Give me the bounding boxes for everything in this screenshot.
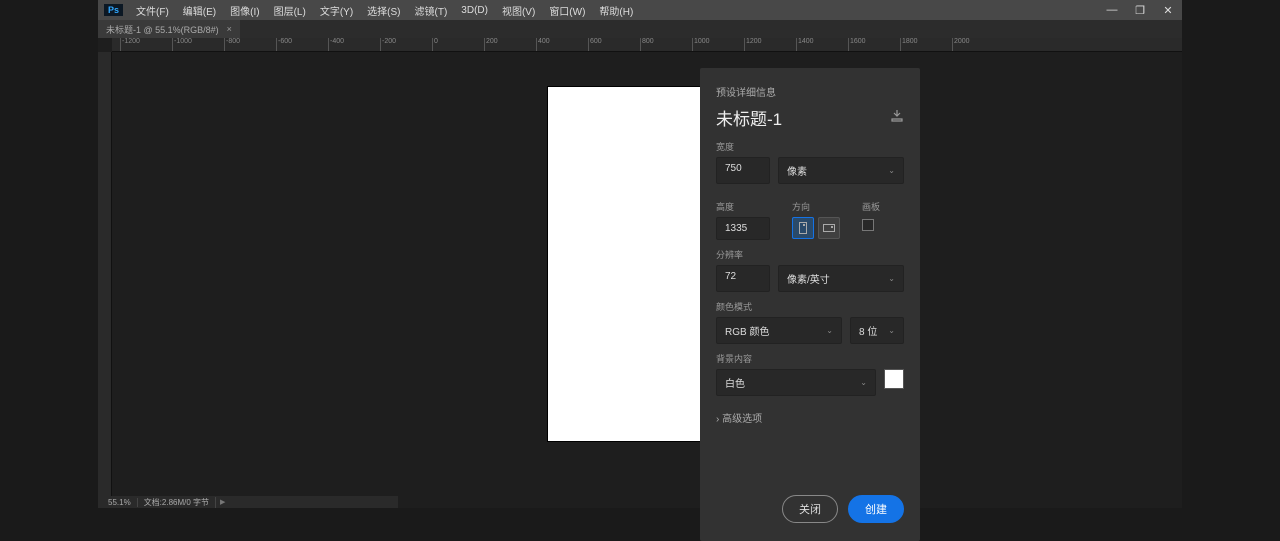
ruler-tick: 200 bbox=[484, 38, 498, 52]
menu-filter[interactable]: 滤镜(T) bbox=[408, 3, 455, 18]
chevron-down-icon: ⌄ bbox=[826, 326, 833, 335]
chevron-down-icon: ⌄ bbox=[888, 274, 895, 283]
height-input[interactable]: 1335 bbox=[716, 217, 770, 240]
menu-window[interactable]: 窗口(W) bbox=[542, 3, 592, 18]
orientation-landscape-button[interactable] bbox=[818, 217, 840, 239]
advanced-options-toggle[interactable]: 高级选项 bbox=[716, 410, 904, 425]
color-depth-value: 8 位 bbox=[859, 323, 877, 338]
menu-file[interactable]: 文件(F) bbox=[129, 3, 176, 18]
document-tabs: 未标题-1 @ 55.1%(RGB/8#) × bbox=[98, 20, 1182, 38]
width-input[interactable]: 750 bbox=[716, 157, 770, 184]
ruler-tick: 1000 bbox=[692, 38, 710, 52]
create-button[interactable]: 创建 bbox=[848, 495, 904, 523]
ruler-tick: -1000 bbox=[172, 38, 192, 52]
ruler-tick: -400 bbox=[328, 38, 344, 52]
menu-edit[interactable]: 编辑(E) bbox=[176, 3, 223, 18]
restore-button[interactable]: ❐ bbox=[1126, 4, 1154, 17]
tab-label: 未标题-1 @ 55.1%(RGB/8#) bbox=[106, 23, 219, 36]
chevron-down-icon: ⌄ bbox=[888, 326, 895, 335]
minimize-button[interactable]: — bbox=[1098, 4, 1126, 17]
menu-layer[interactable]: 图层(L) bbox=[267, 3, 313, 18]
color-mode-label: 颜色模式 bbox=[716, 300, 904, 313]
menu-3d[interactable]: 3D(D) bbox=[454, 5, 495, 16]
ruler-vertical bbox=[98, 52, 112, 496]
ruler-tick: 1400 bbox=[796, 38, 814, 52]
canvas-area[interactable] bbox=[112, 52, 1182, 496]
ruler-tick: 800 bbox=[640, 38, 654, 52]
panel-section-title: 预设详细信息 bbox=[716, 84, 904, 99]
resolution-label: 分辨率 bbox=[716, 248, 904, 261]
menu-image[interactable]: 图像(I) bbox=[223, 3, 266, 18]
status-bar: 55.1% 文档:2.86M/0 字节 ▶ bbox=[98, 496, 398, 508]
menu-view[interactable]: 视图(V) bbox=[495, 3, 542, 18]
ruler-horizontal: -1200 -1000 -800 -600 -400 -200 0 200 400 600 800 1… bbox=[112, 38, 1182, 52]
close-window-button[interactable]: ✕ bbox=[1154, 4, 1182, 17]
ruler-tick: -1200 bbox=[120, 38, 140, 52]
resolution-unit-select[interactable]: 像素/英寸 ⌄ bbox=[778, 265, 904, 292]
chevron-down-icon: ⌄ bbox=[888, 166, 895, 175]
background-label: 背景内容 bbox=[716, 352, 904, 365]
height-label: 高度 bbox=[716, 200, 770, 213]
close-tab-icon[interactable]: × bbox=[227, 24, 232, 34]
ruler-tick: -600 bbox=[276, 38, 292, 52]
resolution-input[interactable]: 72 bbox=[716, 265, 770, 292]
background-color-swatch[interactable] bbox=[884, 369, 904, 389]
chevron-down-icon: ⌄ bbox=[860, 378, 867, 387]
ruler-tick: 1600 bbox=[848, 38, 866, 52]
menubar: Ps 文件(F) 编辑(E) 图像(I) 图层(L) 文字(Y) 选择(S) 滤… bbox=[98, 0, 1182, 20]
background-value: 白色 bbox=[725, 375, 745, 390]
color-mode-select[interactable]: RGB 颜色 ⌄ bbox=[716, 317, 842, 344]
orientation-label: 方向 bbox=[792, 200, 840, 213]
artboard-label: 画板 bbox=[862, 200, 880, 213]
artboard-checkbox[interactable] bbox=[862, 219, 874, 231]
width-unit-select[interactable]: 像素 ⌄ bbox=[778, 157, 904, 184]
ruler-tick: -800 bbox=[224, 38, 240, 52]
new-document-panel: 预设详细信息 未标题-1 宽度 750 像素 ⌄ 高度 1335 方向 画板 bbox=[700, 68, 920, 541]
status-docinfo[interactable]: 文档:2.86M/0 字节 bbox=[138, 497, 216, 508]
ruler-tick: 400 bbox=[536, 38, 550, 52]
close-button[interactable]: 关闭 bbox=[782, 495, 838, 523]
app-logo: Ps bbox=[104, 4, 123, 16]
resolution-unit-value: 像素/英寸 bbox=[787, 271, 830, 286]
orientation-portrait-button[interactable] bbox=[792, 217, 814, 239]
width-unit-value: 像素 bbox=[787, 163, 807, 178]
ruler-tick: 1800 bbox=[900, 38, 918, 52]
save-preset-icon[interactable] bbox=[890, 110, 904, 125]
menu-select[interactable]: 选择(S) bbox=[360, 3, 407, 18]
status-zoom[interactable]: 55.1% bbox=[102, 498, 138, 507]
document-name-input[interactable]: 未标题-1 bbox=[716, 105, 782, 130]
ruler-tick: -200 bbox=[380, 38, 396, 52]
menu-help[interactable]: 帮助(H) bbox=[592, 3, 640, 18]
ruler-tick: 1200 bbox=[744, 38, 762, 52]
ruler-tick: 0 bbox=[432, 38, 438, 52]
background-select[interactable]: 白色 ⌄ bbox=[716, 369, 876, 396]
ruler-tick: 2000 bbox=[952, 38, 970, 52]
status-chevron-icon[interactable]: ▶ bbox=[216, 498, 225, 506]
menu-type[interactable]: 文字(Y) bbox=[313, 3, 360, 18]
ruler-tick: 600 bbox=[588, 38, 602, 52]
color-depth-select[interactable]: 8 位 ⌄ bbox=[850, 317, 904, 344]
color-mode-value: RGB 颜色 bbox=[725, 323, 769, 338]
width-label: 宽度 bbox=[716, 140, 904, 153]
document-tab[interactable]: 未标题-1 @ 55.1%(RGB/8#) × bbox=[98, 20, 240, 38]
